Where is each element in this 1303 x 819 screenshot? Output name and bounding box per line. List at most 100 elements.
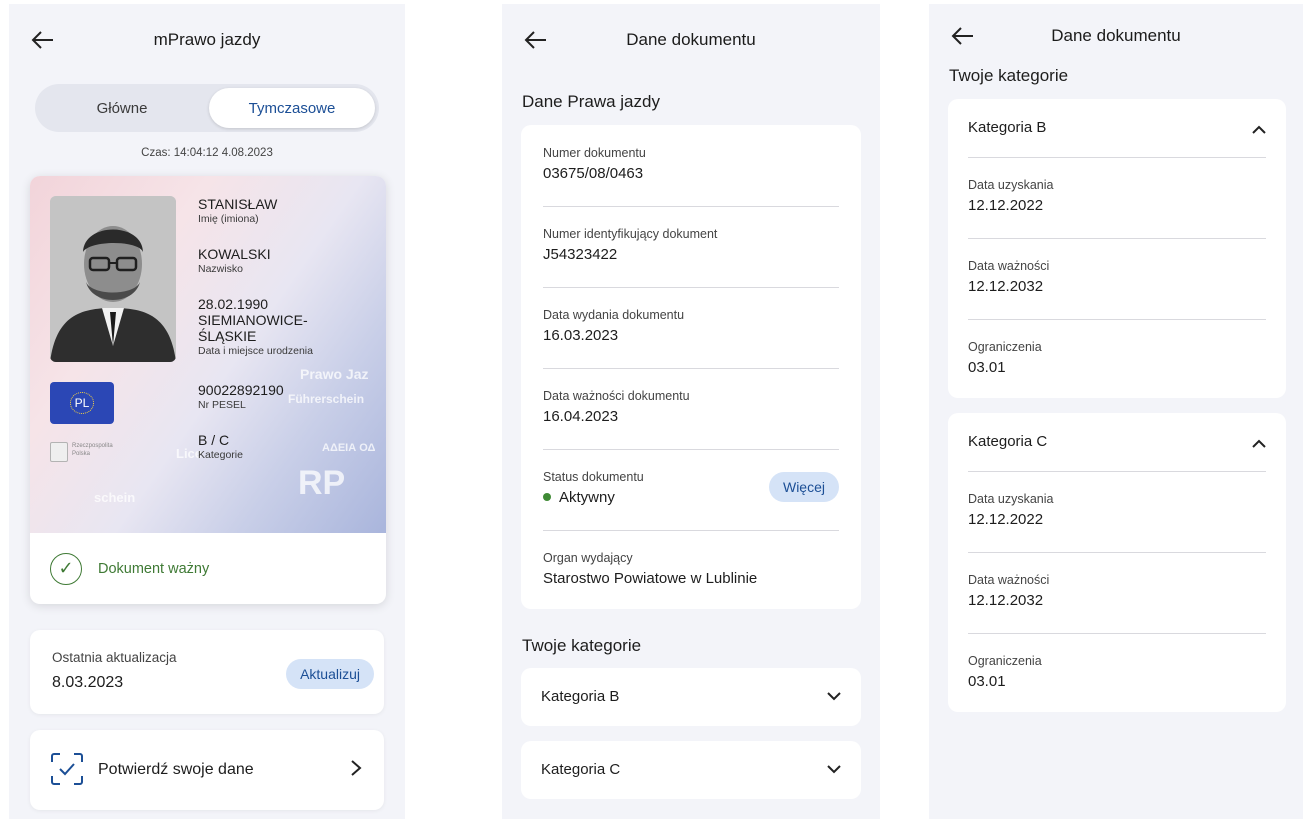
field-label: Numer dokumentu	[543, 146, 646, 160]
category-c-row[interactable]: Kategoria C	[521, 741, 861, 799]
issue-date-field: Data wydania dokumentu 16.03.2023	[543, 307, 839, 346]
category-b-card: Kategoria B Data uzyskania 12.12.2022 Da…	[948, 99, 1286, 398]
field-value: 03675/08/0463	[543, 165, 644, 182]
category-c-card: Kategoria C Data uzyskania 12.12.2022 Da…	[948, 413, 1286, 712]
field-label: Numer identyfikujący dokument	[543, 227, 718, 241]
field-value: 12.12.2032	[968, 278, 1044, 295]
divider	[543, 530, 839, 531]
field-label: Ograniczenia	[968, 340, 1042, 354]
issuer-line-1: Rzeczpospolita	[72, 443, 113, 449]
field-value: Starostwo Powiatowe w Lublinie	[543, 570, 758, 587]
birth-place-line-1: SIEMIANOWICE-	[198, 312, 308, 328]
valid-until-field: Data ważności 12.12.2032	[968, 572, 1049, 611]
field-label: Ograniczenia	[968, 654, 1042, 668]
chevron-up-icon[interactable]	[1250, 437, 1268, 451]
watermark-fuhrer: Führerschein	[288, 392, 365, 406]
document-status-row: ✓ Dokument ważny	[30, 533, 386, 604]
divider	[968, 471, 1266, 472]
divider	[543, 287, 839, 288]
divider	[543, 368, 839, 369]
last-name-label: Nazwisko	[198, 263, 243, 275]
last-name-value: KOWALSKI	[198, 246, 271, 262]
field-value: 03.01	[968, 359, 1006, 376]
obtained-date-field: Data uzyskania 12.12.2022	[968, 491, 1053, 530]
field-value: 12.12.2032	[968, 592, 1044, 609]
expiry-date-field: Data ważności dokumentu 16.04.2023	[543, 388, 839, 427]
eagle-emblem-icon	[50, 442, 68, 462]
status-dot-icon	[543, 493, 551, 502]
issuer-line-2: Polska	[72, 450, 91, 457]
chevron-down-icon	[827, 765, 841, 774]
chevron-up-icon[interactable]	[1250, 123, 1268, 137]
field-value: 03.01	[968, 673, 1006, 690]
categories-label: Kategorie	[198, 449, 243, 461]
portrait-icon	[50, 196, 176, 362]
divider	[968, 157, 1266, 158]
category-label: Kategoria B	[541, 688, 620, 705]
field-label: Data ważności	[968, 259, 1050, 273]
birth-date-value: 28.02.1990	[198, 296, 269, 312]
divider	[968, 319, 1266, 320]
document-details-screen: Dane dokumentu Dane Prawa jazdy Numer do…	[502, 4, 880, 819]
category-label: Kategoria C	[541, 761, 621, 778]
watermark-adeia: ΑΔΕΙΑ ΟΔ	[322, 442, 376, 454]
tab-main[interactable]: Główne	[39, 88, 205, 128]
watermark-rp: RP	[298, 464, 346, 502]
categories-value: B / C	[198, 432, 230, 448]
valid-until-field: Data ważności 12.12.2032	[968, 258, 1049, 297]
obtained-date-field: Data uzyskania 12.12.2022	[968, 177, 1053, 216]
category-b-row[interactable]: Kategoria B	[521, 668, 861, 726]
divider	[968, 552, 1266, 553]
license-screen: mPrawo jazdy Główne Tymczasowe Czas: 14:…	[9, 4, 405, 819]
birth-place-line-2: ŚLĄSKIE	[198, 328, 257, 344]
scan-check-icon	[51, 753, 83, 785]
issuer-country: Rzeczpospolita Polska	[72, 443, 113, 459]
field-value: 16.03.2023	[543, 327, 619, 344]
field-value: 12.12.2022	[968, 511, 1044, 528]
update-button[interactable]: Aktualizuj	[286, 659, 374, 689]
more-button[interactable]: Więcej	[768, 472, 839, 502]
pesel-value: 90022892190	[198, 382, 284, 398]
eu-flag-icon: PL	[50, 382, 114, 424]
categories-title: Twoje kategorie	[522, 636, 642, 655]
birth-field: 28.02.1990 SIEMIANOWICE- ŚLĄSKIE Data i …	[198, 296, 313, 358]
watermark-prawo: Prawo Jaz	[300, 366, 369, 382]
last-update-card: Ostatnia aktualizacja 8.03.2023 Aktualiz…	[30, 630, 384, 714]
last-update-label: Ostatnia aktualizacja	[52, 650, 177, 665]
field-value: 16.04.2023	[543, 408, 619, 425]
chevron-right-icon	[351, 760, 362, 776]
category-title: Kategoria C	[968, 433, 1048, 450]
field-value: J54323422	[543, 246, 618, 263]
check-circle-icon: ✓	[50, 552, 82, 585]
pesel-field: 90022892190 Nr PESEL	[198, 382, 284, 412]
license-card: Prawo Jaz Führerschein ΑΔΕΙΑ ΟΔ Lice sch…	[30, 176, 386, 604]
section-title: Twoje kategorie	[949, 66, 1069, 85]
confirm-data-label: Potwierdź swoje dane	[98, 761, 254, 778]
field-label: Data uzyskania	[968, 492, 1054, 506]
top-bar: mPrawo jazdy	[9, 4, 405, 76]
field-label: Data wydania dokumentu	[543, 308, 685, 322]
issuing-authority-field: Organ wydający Starostwo Powiatowe w Lub…	[543, 550, 839, 589]
last-name-field: KOWALSKI Nazwisko	[198, 246, 271, 276]
categories-screen: Dane dokumentu Twoje kategorie Kategoria…	[929, 4, 1303, 819]
top-bar: Dane dokumentu	[929, 4, 1303, 54]
confirm-data-button[interactable]: Potwierdź swoje dane	[30, 730, 384, 810]
category-title: Kategoria B	[968, 119, 1047, 136]
section-title: Dane Prawa jazdy	[522, 92, 660, 111]
top-bar: Dane dokumentu	[502, 4, 880, 76]
field-label: Organ wydający	[543, 551, 633, 565]
last-update-date: 8.03.2023	[52, 674, 124, 691]
tab-temporary[interactable]: Tymczasowe	[209, 88, 375, 128]
birth-label: Data i miejsce urodzenia	[198, 345, 313, 357]
timestamp: Czas: 14:04:12 4.08.2023	[141, 147, 273, 159]
chevron-down-icon	[827, 692, 841, 701]
page-title: Dane dokumentu	[1051, 26, 1181, 45]
document-id-field: Numer identyfikujący dokument J54323422	[543, 226, 839, 265]
divider	[543, 449, 839, 450]
portrait-photo	[50, 196, 176, 362]
document-data-card: Numer dokumentu 03675/08/0463 Numer iden…	[521, 125, 861, 609]
restrictions-field: Ograniczenia 03.01	[968, 653, 1042, 692]
card-background: Prawo Jaz Führerschein ΑΔΕΙΑ ΟΔ Lice sch…	[30, 176, 386, 533]
segmented-control: Główne Tymczasowe	[35, 84, 379, 132]
document-status-label: Dokument ważny	[98, 560, 210, 577]
